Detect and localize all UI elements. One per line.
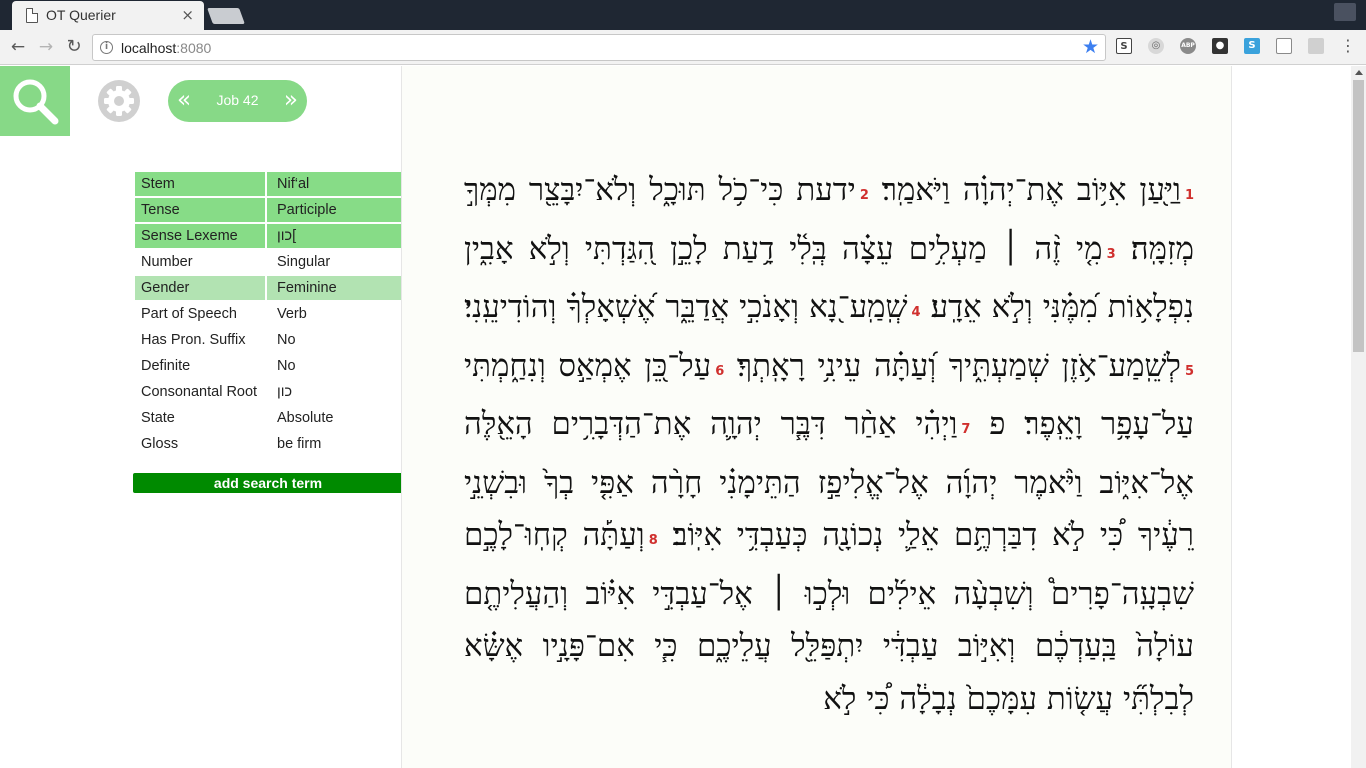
attribute-key: Part of Speech [141,306,237,322]
forward-arrow-icon[interactable]: → [35,36,57,58]
attribute-value: כון [277,384,293,400]
browser-toolbar: ← → ↻ i localhost:8080 ★ S ◎ ABP ● S ⋮ [0,30,1366,65]
verse-number: 3 [1106,246,1116,262]
page-icon [26,8,38,23]
attribute-row[interactable]: State Absolute [135,406,401,430]
scrollbar-thumb[interactable] [1353,80,1364,352]
tab-close-icon[interactable]: × [181,6,194,24]
attribute-value: Nif‘al [267,172,401,196]
extension-skype-icon[interactable]: S [1244,38,1260,54]
attribute-key: Tense [135,198,265,222]
verse-number: 5 [1184,363,1194,379]
search-icon [13,79,59,125]
search-button[interactable] [0,66,70,136]
attribute-row[interactable]: Part of Speech Verb [135,302,401,326]
attribute-key: Sense Lexeme [135,224,265,248]
attribute-key: Gender [135,276,265,300]
attribute-row[interactable]: Tense Participle [135,198,401,222]
address-url: localhost:8080 [121,40,211,56]
attribute-row[interactable]: Gender Feminine [135,276,401,300]
attribute-value: Absolute [277,410,334,426]
attribute-row[interactable]: Definite No [135,354,401,378]
attribute-value: No [277,332,296,348]
extension-globe-icon[interactable]: ◎ [1148,38,1164,54]
extension-document-icon[interactable] [1276,38,1292,54]
attribute-row[interactable]: Number Singular [135,250,401,274]
address-bar[interactable]: i localhost:8080 ★ [92,34,1106,61]
attribute-key: Number [141,254,193,270]
verse-number: 7 [961,422,971,437]
attribute-value: Verb [277,306,307,322]
browser-tab-active[interactable]: OT Querier × [12,1,204,30]
add-search-term-button[interactable]: add search term [133,473,403,493]
tab-title: OT Querier [46,7,116,23]
url-host: localhost [121,40,177,56]
verse-text[interactable]: שְֽׁמַֽע־נָ֭א וְאָנֹכִ֣י אֲדַבֵּ֑ר אֶ֝שְ… [464,289,908,325]
attribute-key: Stem [135,172,265,196]
app-root: « Job 42 » Stem Nif‘al Tense Participle Sens… [0,66,1366,768]
window-profile-button[interactable] [1334,3,1356,21]
attribute-key: Consonantal Root [141,384,258,400]
attribute-key: Has Pron. Suffix [141,332,246,348]
word-attributes-table: Stem Nif‘al Tense Participle Sense Lexeme כון… [135,172,401,458]
hebrew-text: 1וַיַּ֖עַן אִיּ֥וֹב אֶת־יְהוָ֗ה וַיֹּאמַ… [464,164,1194,725]
extension-grid-icon[interactable] [1308,38,1324,54]
browser-tab-strip: OT Querier × [0,0,1366,30]
attribute-row[interactable]: Stem Nif‘al [135,172,401,196]
attribute-key: Gloss [141,436,179,452]
attribute-row[interactable]: Consonantal Root כון [135,380,401,404]
attribute-value: כון[ [267,224,401,248]
back-arrow-icon[interactable]: ← [7,36,29,58]
gear-icon [104,86,134,116]
extension-tampermonkey-icon[interactable]: ● [1212,38,1228,54]
url-port: :8080 [176,40,212,56]
verse-text[interactable]: לְשֵֽׁמַע־אֹ֥זֶן שְׁמַעְתִּ֑יךָ וְ֝עַתָּ… [737,348,1181,384]
attribute-key: State [141,410,175,426]
extension-adblock-icon[interactable]: ABP [1180,38,1196,54]
bookmark-star-icon[interactable]: ★ [1082,36,1099,58]
info-icon[interactable]: i [100,41,113,54]
chapter-navigator: « Job 42 » [168,80,307,122]
next-chapter-button[interactable]: » [284,87,298,113]
attribute-value: No [277,358,296,374]
attribute-row[interactable]: Has Pron. Suffix No [135,328,401,352]
browser-menu-icon[interactable]: ⋮ [1340,38,1356,56]
new-tab-button[interactable] [207,8,245,24]
text-panel: 1וַיַּ֖עַן אִיּ֥וֹב אֶת־יְהוָ֗ה וַיֹּאמַ… [401,66,1232,768]
verse-number: 4 [911,305,921,320]
verse-text[interactable]: וַיַּ֖עַן אִיּ֥וֹב אֶת־יְהוָ֗ה וַיֹּאמַֽ… [882,172,1181,208]
attribute-value: Feminine [267,276,401,300]
reload-icon[interactable]: ↻ [63,36,85,58]
page-scrollbar[interactable] [1351,66,1366,768]
extension-s-icon[interactable]: S [1116,38,1132,54]
attribute-row[interactable]: Sense Lexeme כון[ [135,224,401,248]
verse-number: 8 [648,533,658,548]
verse-number: 6 [715,363,725,379]
verse-number: 2 [859,188,869,203]
attribute-value: Singular [277,254,331,270]
scroll-up-arrow-icon[interactable] [1355,70,1363,75]
verse-number: 1 [1184,188,1194,203]
attribute-value: be firm [277,436,322,452]
attribute-key: Definite [141,358,191,374]
settings-button[interactable] [98,80,140,122]
attribute-row[interactable]: Gloss be firm [135,432,401,456]
attribute-value: Participle [267,198,401,222]
